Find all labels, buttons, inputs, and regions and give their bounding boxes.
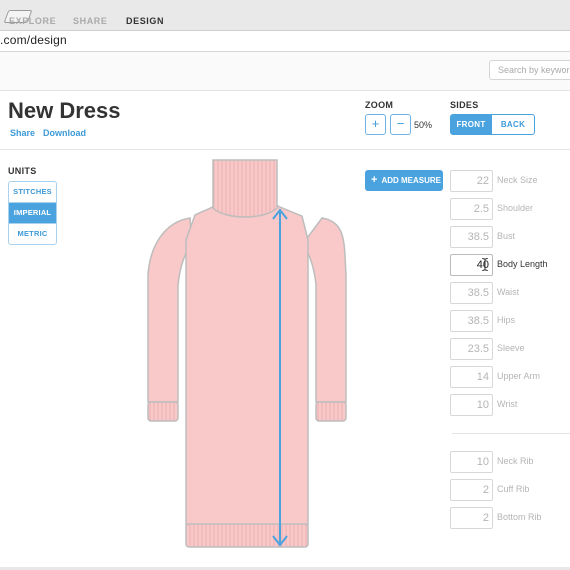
measure-input[interactable]: 10 xyxy=(450,451,493,473)
measure-input[interactable]: 10 xyxy=(450,394,493,416)
measure-row: 23.5 Sleeve xyxy=(450,338,570,360)
add-measure-button[interactable]: + ADD MEASURE xyxy=(365,170,443,191)
measure-row: 22 Neck Size xyxy=(450,170,570,192)
rib-measure-row: 2 Bottom Rib xyxy=(450,507,570,529)
measure-label: Sleeve xyxy=(497,343,525,353)
measure-input[interactable]: 23.5 xyxy=(450,338,493,360)
measure-input[interactable]: 22 xyxy=(450,170,493,192)
measure-input[interactable]: 38.5 xyxy=(450,282,493,304)
rib-measure-row: 10 Neck Rib xyxy=(450,451,570,473)
measure-label: Neck Rib xyxy=(497,456,534,466)
measure-row: 2.5 Shoulder xyxy=(450,198,570,220)
measure-row: 14 Upper Arm xyxy=(450,366,570,388)
plus-icon: + xyxy=(371,174,378,186)
measures-divider xyxy=(452,433,570,434)
measure-row: 38.5 Hips xyxy=(450,310,570,332)
measure-input[interactable]: 14 xyxy=(450,366,493,388)
add-measure-label: ADD MEASURE xyxy=(381,176,441,185)
measure-label: Hips xyxy=(497,315,516,325)
measure-label: Bottom Rib xyxy=(497,512,542,522)
measure-label: Shoulder xyxy=(497,203,534,213)
rib-measure-row: 2 Cuff Rib xyxy=(450,479,570,501)
measure-label: Bust xyxy=(497,231,516,241)
measure-row: 10 Wrist xyxy=(450,394,570,416)
measure-row: 38.5 Waist xyxy=(450,282,570,304)
measure-label: Body Length xyxy=(497,259,548,269)
measure-input[interactable]: 2 xyxy=(450,479,493,501)
measure-label: Waist xyxy=(497,287,520,297)
measure-label: Cuff Rib xyxy=(497,484,530,494)
measure-input[interactable]: 2.5 xyxy=(450,198,493,220)
measure-label: Neck Size xyxy=(497,175,538,185)
text-cursor-icon xyxy=(482,258,488,271)
dress-outline[interactable] xyxy=(147,159,347,548)
measure-row: 38.5 Bust xyxy=(450,226,570,248)
measure-input[interactable]: 2 xyxy=(450,507,493,529)
measure-input[interactable]: 38.5 xyxy=(450,226,493,248)
measure-input[interactable]: 38.5 xyxy=(450,310,493,332)
measure-label: Wrist xyxy=(497,399,518,409)
measure-row-active: 40 Body Length xyxy=(450,254,570,276)
measure-label: Upper Arm xyxy=(497,371,541,381)
